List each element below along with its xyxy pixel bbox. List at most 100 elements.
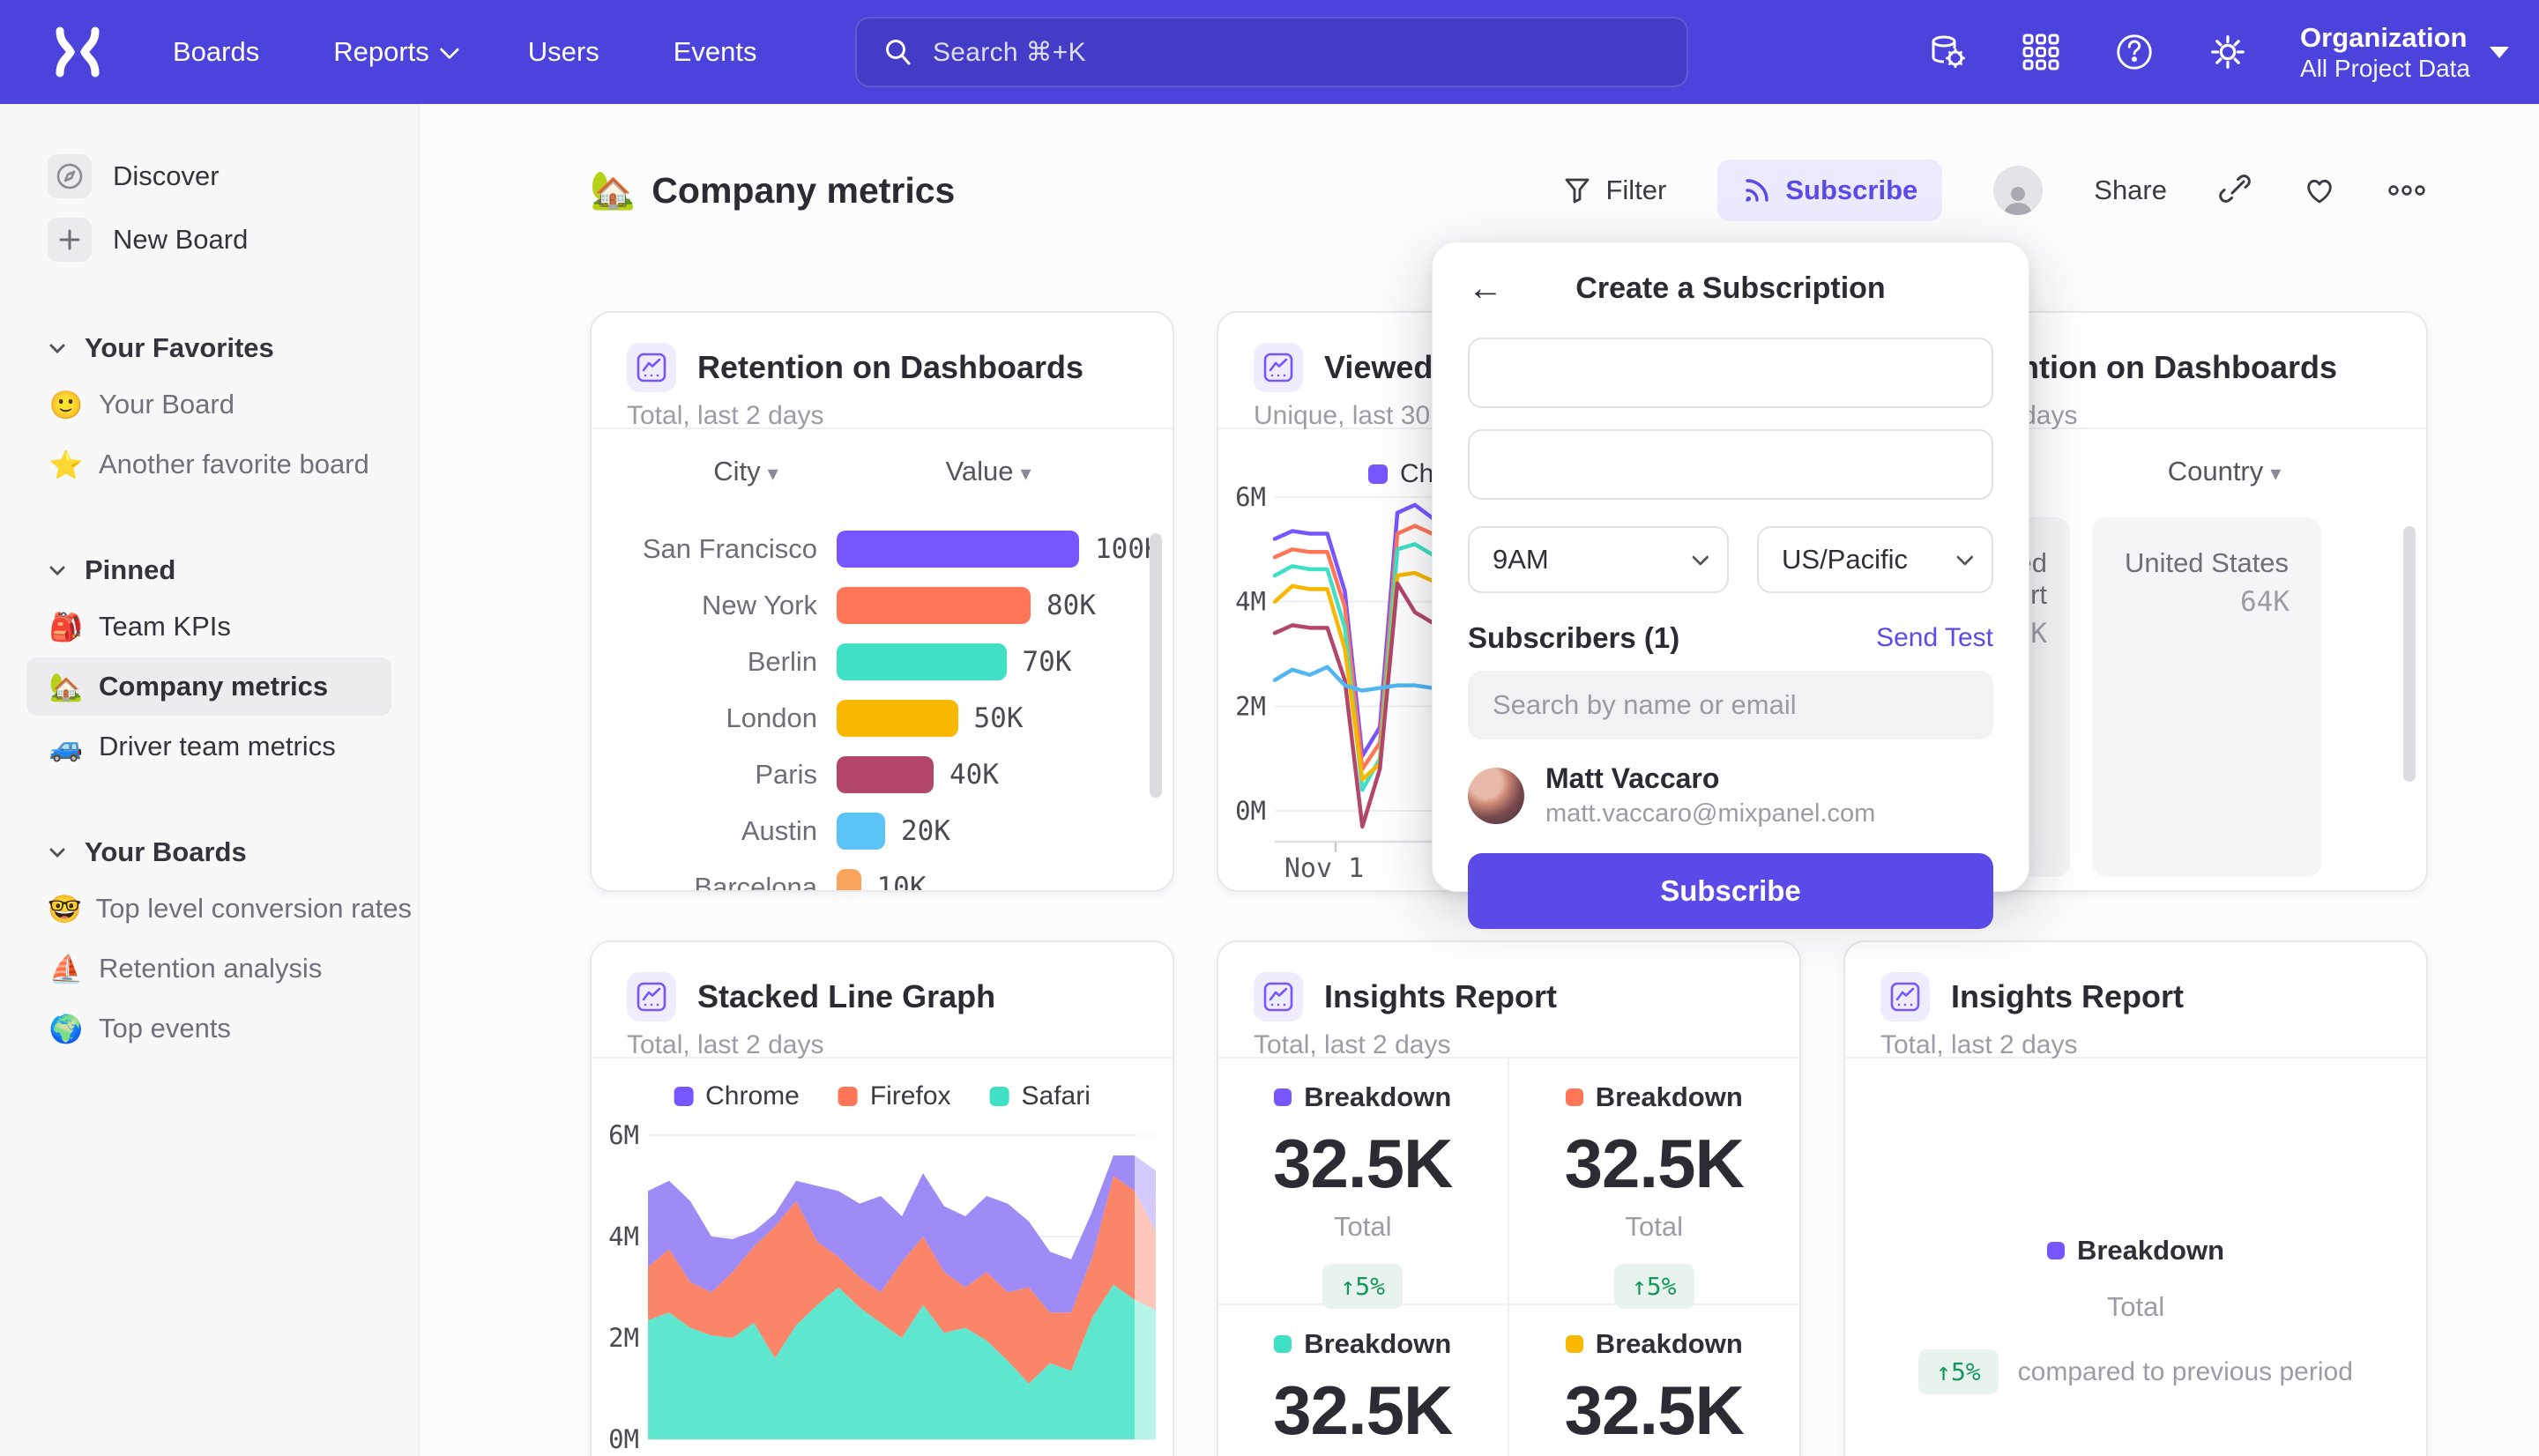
top-nav: Boards Reports Users Events Search ⌘+K [0, 0, 2539, 104]
nav-link-boards[interactable]: Boards [173, 36, 259, 68]
org-switcher[interactable]: Organization All Project Data [2300, 21, 2509, 84]
help-icon[interactable] [2113, 31, 2156, 73]
sidebar-item-your-board[interactable]: 🙂 Your Board [26, 375, 391, 434]
sidebar-item-driver-team-metrics[interactable]: 🚙Driver team metrics [26, 717, 391, 776]
mixpanel-logo[interactable] [49, 24, 106, 80]
bar-berlin[interactable] [837, 643, 1007, 680]
bar-barcelona[interactable] [837, 869, 861, 892]
chevron-down-icon [439, 40, 459, 60]
breakdown-legend: Breakdown [2047, 1235, 2224, 1267]
bar-category-label: Paris [627, 759, 817, 791]
nav-link-reports[interactable]: Reports [333, 36, 454, 68]
subscribe-button[interactable]: Subscribe [1717, 160, 1942, 221]
org-name: Organization [2300, 21, 2470, 56]
favorite-button[interactable] [2303, 174, 2336, 207]
settings-gear-icon[interactable] [2207, 31, 2249, 73]
report-chart-icon [1880, 972, 1930, 1021]
bar-category-label: Barcelona [627, 872, 817, 892]
sidebar-item-label: Your Board [99, 389, 235, 420]
link-icon [2218, 174, 2252, 207]
sidebar-item-top-events[interactable]: 🌍Top events [26, 999, 391, 1058]
send-test-link[interactable]: Send Test [1876, 623, 1993, 653]
sidebar-item-top-level-conversion-rates[interactable]: 🤓Top level conversion rates [26, 880, 391, 938]
sidebar-item-retention-analysis[interactable]: ⛵Retention analysis [26, 940, 391, 998]
breakdown-legend: Breakdown [1566, 1328, 1743, 1360]
legend-dot [1566, 1335, 1583, 1353]
svg-text:0M: 0M [1235, 796, 1266, 826]
sidebar-item-label: Top level conversion rates [96, 893, 412, 925]
search-placeholder: Search ⌘+K [933, 37, 1086, 68]
board-emoji: 🎒 [48, 611, 85, 643]
bar-new-york[interactable] [837, 587, 1031, 624]
metric-value: 32.5K [1565, 1371, 1744, 1451]
breakdown-metric-3: Breakdown32.5KTotal↑5% [1218, 1305, 1509, 1456]
metric-sub: Total [2107, 1291, 2164, 1323]
sidebar-item-team-kpis[interactable]: 🎒Team KPIs [26, 598, 391, 656]
chevron-down-icon [48, 843, 67, 862]
section-label: Your Boards [85, 836, 247, 868]
bar-category-label: Berlin [627, 646, 817, 678]
chevron-down-icon [48, 338, 67, 358]
filter-button[interactable]: Filter [1562, 175, 1666, 206]
card-insights-report-total: Insights Report Total, last 2 days Break… [1843, 940, 2428, 1456]
sidebar-item-label: Another favorite board [99, 449, 369, 480]
report-chart-icon [627, 343, 676, 392]
sidebar-item-label: Top events [99, 1013, 231, 1044]
bar-value: 80K [1046, 590, 1096, 621]
bar-paris[interactable] [837, 756, 934, 793]
metric-value: 32.5K [1565, 1124, 1744, 1204]
subscriber-search-input[interactable] [1493, 689, 1969, 721]
column-header-country[interactable]: Country▾ [2127, 456, 2321, 487]
time-select[interactable]: 9AM [1468, 526, 1729, 593]
column-header-city[interactable]: City▾ [671, 456, 821, 487]
copy-link-button[interactable] [2218, 174, 2252, 207]
nav-link-users[interactable]: Users [528, 36, 599, 68]
column-header-value[interactable]: Value▾ [882, 456, 1094, 487]
subscriber-row[interactable]: Matt Vaccaro matt.vaccaro@mixpanel.com [1468, 762, 1993, 828]
apps-grid-icon[interactable] [2020, 31, 2062, 73]
timezone-select[interactable]: US/Pacific [1757, 526, 1993, 593]
sidebar-item-new-board[interactable]: New Board [26, 208, 391, 271]
card-subtitle: Total, last 2 days [1880, 1030, 2391, 1060]
chevron-down-icon [1956, 548, 1974, 566]
search-input[interactable]: Search ⌘+K [855, 17, 1688, 87]
bar-value: 10K [877, 872, 927, 892]
sidebar-item-discover[interactable]: Discover [26, 145, 391, 208]
svg-text:2M: 2M [608, 1323, 639, 1353]
scrollbar[interactable] [1150, 533, 1162, 798]
nav-link-label: Events [674, 36, 757, 68]
legend-label: Breakdown [1596, 1081, 1743, 1113]
bar-austin[interactable] [837, 813, 885, 850]
card-title: Retention on Dashboards [697, 349, 1083, 386]
bar-london[interactable] [837, 700, 958, 737]
search-icon [883, 37, 913, 67]
board-emoji: 🙂 [48, 389, 85, 421]
page-title: 🏡 Company metrics [590, 169, 955, 212]
data-pipeline-icon[interactable] [1926, 31, 1969, 73]
bar-value: 50K [974, 702, 1024, 734]
create-subscription-modal: ← Create a Subscription 9AM US/Pacific S… [1432, 241, 2029, 892]
avatar[interactable] [1993, 166, 2043, 215]
sidebar-section-header-your-favorites[interactable]: Your Favorites [0, 323, 418, 374]
nav-link-label: Users [528, 36, 599, 68]
metric-value: 32.5K [1273, 1124, 1452, 1204]
back-arrow-icon[interactable]: ← [1468, 271, 1503, 306]
sidebar-section-header-pinned[interactable]: Pinned [0, 545, 418, 596]
svg-text:Nov 1: Nov 1 [1284, 853, 1364, 884]
sidebar-item-another-favorite-board[interactable]: ⭐Another favorite board [26, 435, 391, 494]
pivot-cell-country[interactable]: United States 64K [2092, 517, 2321, 877]
sidebar-item-company-metrics[interactable]: 🏡Company metrics [26, 657, 391, 716]
nav-link-events[interactable]: Events [674, 36, 757, 68]
main-content: 🏡 Company metrics Filter Subscribe [420, 104, 2539, 1456]
subscribe-submit-button[interactable]: Subscribe [1468, 853, 1993, 929]
bar-san-francisco[interactable] [837, 531, 1079, 568]
bar-value: 70K [1023, 646, 1072, 678]
sidebar-section-your-favorites: Your Favorites 🙂 Your Board ⭐Another favori… [0, 323, 418, 494]
sidebar-section-header-your-boards[interactable]: Your Boards [0, 827, 418, 878]
svg-text:4M: 4M [608, 1222, 639, 1252]
sidebar-item-label: Retention analysis [99, 953, 322, 984]
svg-text:0M: 0M [608, 1424, 639, 1454]
more-options-button[interactable] [2387, 182, 2426, 199]
scrollbar[interactable] [2403, 526, 2416, 782]
share-button[interactable]: Share [2094, 175, 2167, 206]
